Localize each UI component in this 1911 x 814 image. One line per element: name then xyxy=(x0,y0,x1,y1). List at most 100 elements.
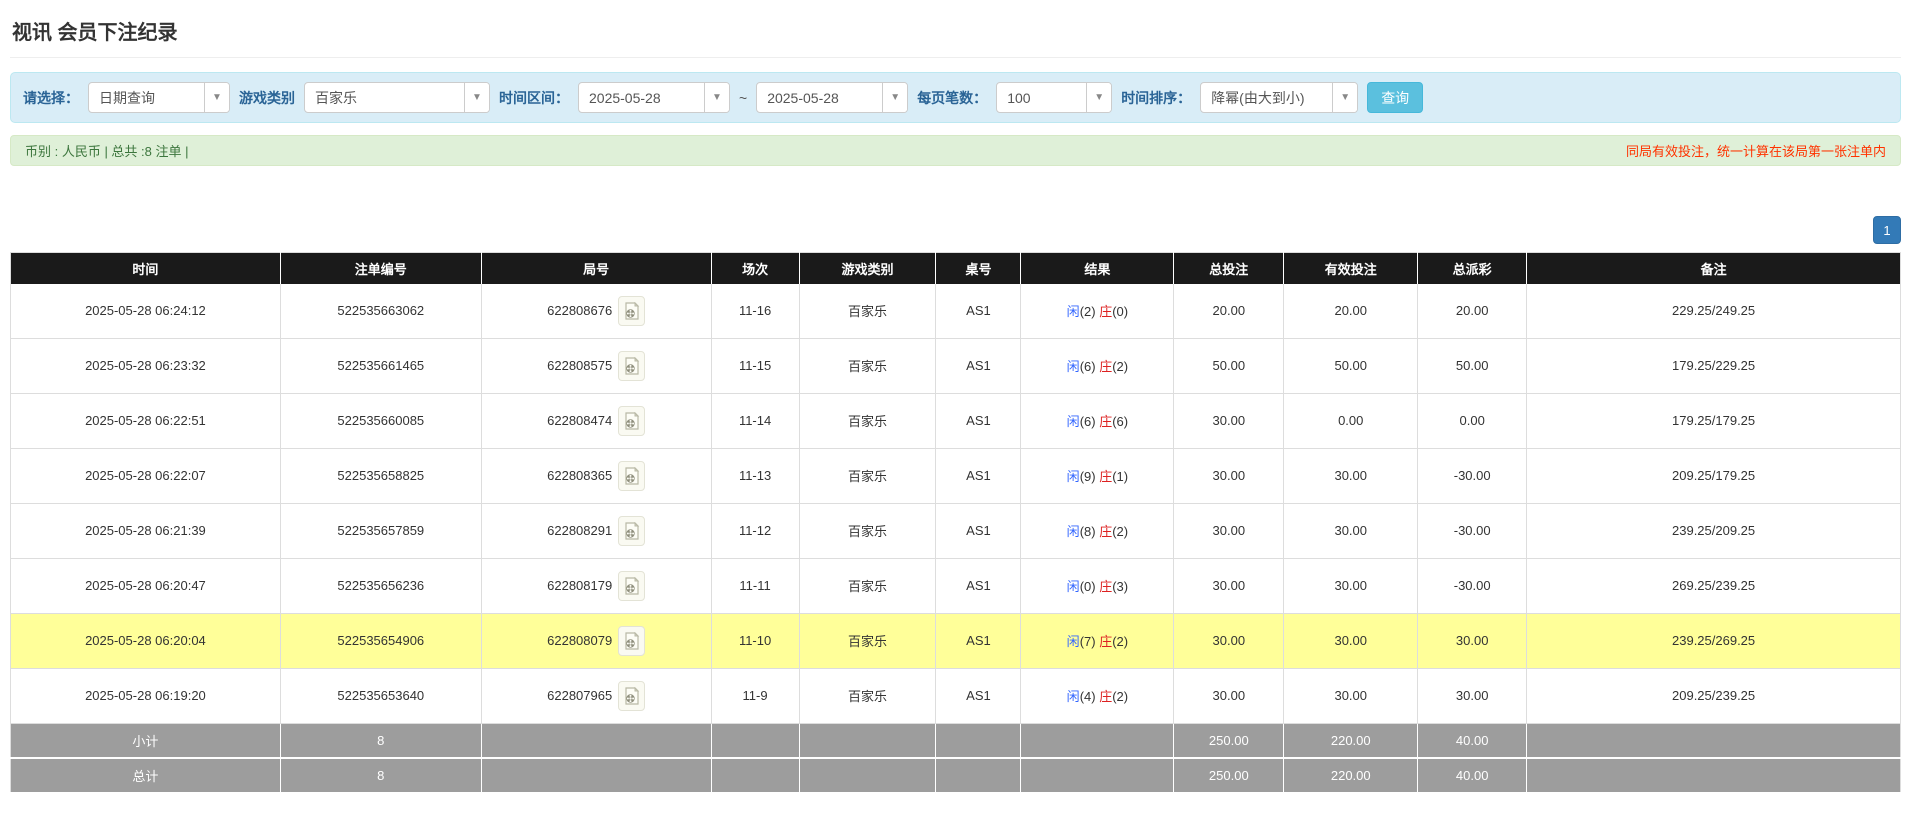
result-banker-label: 庄 xyxy=(1099,689,1112,704)
cell-session: 11-9 xyxy=(711,668,799,723)
cell-bet-id: 522535656236 xyxy=(280,558,481,613)
cell-session: 11-16 xyxy=(711,284,799,339)
result-banker-value: (3) xyxy=(1112,579,1128,594)
cell-payout: -30.00 xyxy=(1418,503,1527,558)
cell-time: 2025-05-28 06:20:47 xyxy=(11,558,281,613)
total-bet-link[interactable]: 30.00 xyxy=(1174,558,1284,613)
total-bet-link[interactable]: 30.00 xyxy=(1174,448,1284,503)
video-replay-icon[interactable] xyxy=(618,406,645,436)
total-bet-link[interactable]: 20.00 xyxy=(1174,284,1284,339)
result-banker-value: (2) xyxy=(1112,524,1128,539)
time-range-label: 时间区间： xyxy=(499,88,569,108)
result-player-value: (0) xyxy=(1080,579,1096,594)
per-page-label: 每页笔数： xyxy=(917,88,987,108)
table-row: 2025-05-28 06:19:20 522535653640 6228079… xyxy=(11,668,1901,723)
mode-select[interactable]: 日期查询 ▼ xyxy=(88,82,230,113)
cell-time: 2025-05-28 06:22:51 xyxy=(11,393,281,448)
video-replay-icon[interactable] xyxy=(618,296,645,326)
video-replay-icon[interactable] xyxy=(618,681,645,711)
cell-table-no: AS1 xyxy=(936,284,1021,339)
cell-valid-bet: 30.00 xyxy=(1284,503,1418,558)
page-1-button[interactable]: 1 xyxy=(1873,216,1901,244)
total-bet-link[interactable]: 30.00 xyxy=(1174,668,1284,723)
column-header: 注单编号 xyxy=(280,253,481,284)
cell-payout: 30.00 xyxy=(1418,668,1527,723)
cell-valid-bet: 50.00 xyxy=(1284,338,1418,393)
result-banker-value: (6) xyxy=(1112,414,1128,429)
result-banker-value: (2) xyxy=(1112,689,1128,704)
cell-valid-bet: 30.00 xyxy=(1284,558,1418,613)
result-player-value: (6) xyxy=(1080,359,1096,374)
result-player-value: (7) xyxy=(1080,634,1096,649)
currency-summary-text: 币别 : 人民币 | 总共 :8 注单 | xyxy=(25,141,189,160)
date-from-value: 2025-05-28 xyxy=(579,83,704,112)
cell-bet-id: 522535657859 xyxy=(280,503,481,558)
cell-session: 11-15 xyxy=(711,338,799,393)
cell-round: 622808179 xyxy=(481,558,711,613)
cell-payout: 50.00 xyxy=(1418,338,1527,393)
summary-count: 8 xyxy=(280,758,481,793)
cell-game-type: 百家乐 xyxy=(799,503,936,558)
column-header: 有效投注 xyxy=(1284,253,1418,284)
cell-result: 闲(4) 庄(2) xyxy=(1021,668,1174,723)
total-bet-link[interactable]: 30.00 xyxy=(1174,503,1284,558)
game-type-select[interactable]: 百家乐 ▼ xyxy=(304,82,490,113)
cell-valid-bet: 30.00 xyxy=(1284,613,1418,668)
result-player-value: (2) xyxy=(1080,304,1096,319)
summary-total-bet: 250.00 xyxy=(1174,758,1284,793)
result-player-label: 闲 xyxy=(1067,414,1080,429)
column-header: 结果 xyxy=(1021,253,1174,284)
table-row: 2025-05-28 06:23:32 522535661465 6228085… xyxy=(11,338,1901,393)
result-banker-label: 庄 xyxy=(1099,469,1112,484)
cell-table-no: AS1 xyxy=(936,668,1021,723)
game-type-label: 游戏类别 xyxy=(239,88,295,108)
result-banker-value: (2) xyxy=(1112,634,1128,649)
sort-select[interactable]: 降幂(由大到小) ▼ xyxy=(1200,82,1358,113)
cell-game-type: 百家乐 xyxy=(799,558,936,613)
video-replay-icon[interactable] xyxy=(618,461,645,491)
cell-round: 622808676 xyxy=(481,284,711,339)
round-number: 622808676 xyxy=(547,303,612,318)
result-banker-value: (1) xyxy=(1112,469,1128,484)
per-page-select[interactable]: 100 ▼ xyxy=(996,82,1112,113)
search-button[interactable]: 查询 xyxy=(1367,82,1423,113)
cell-bet-id: 522535660085 xyxy=(280,393,481,448)
summary-payout: 40.00 xyxy=(1418,723,1527,758)
valid-bet-notice-text: 同局有效投注，统一计算在该局第一张注单内 xyxy=(1626,141,1886,160)
cell-time: 2025-05-28 06:22:07 xyxy=(11,448,281,503)
cell-table-no: AS1 xyxy=(936,558,1021,613)
date-to-select[interactable]: 2025-05-28 ▼ xyxy=(756,82,908,113)
result-player-label: 闲 xyxy=(1067,304,1080,319)
cell-game-type: 百家乐 xyxy=(799,338,936,393)
summary-count: 8 xyxy=(280,723,481,758)
total-bet-link[interactable]: 30.00 xyxy=(1174,613,1284,668)
result-banker-label: 庄 xyxy=(1099,359,1112,374)
total-bet-link[interactable]: 50.00 xyxy=(1174,338,1284,393)
column-header: 备注 xyxy=(1527,253,1901,284)
table-header-row: 时间注单编号局号场次游戏类别桌号结果总投注有效投注总派彩备注 xyxy=(11,253,1901,284)
cell-bet-id: 522535653640 xyxy=(280,668,481,723)
result-player-label: 闲 xyxy=(1067,579,1080,594)
chevron-down-icon: ▼ xyxy=(1332,83,1357,112)
round-number: 622808079 xyxy=(547,633,612,648)
cell-session: 11-13 xyxy=(711,448,799,503)
cell-valid-bet: 20.00 xyxy=(1284,284,1418,339)
column-header: 桌号 xyxy=(936,253,1021,284)
summary-bar: 币别 : 人民币 | 总共 :8 注单 | 同局有效投注，统一计算在该局第一张注… xyxy=(10,135,1901,166)
summary-valid-bet: 220.00 xyxy=(1284,723,1418,758)
column-header: 局号 xyxy=(481,253,711,284)
video-replay-icon[interactable] xyxy=(618,571,645,601)
cell-result: 闲(0) 庄(3) xyxy=(1021,558,1174,613)
video-replay-icon[interactable] xyxy=(618,351,645,381)
video-replay-icon[interactable] xyxy=(618,516,645,546)
cell-payout: 30.00 xyxy=(1418,613,1527,668)
date-from-select[interactable]: 2025-05-28 ▼ xyxy=(578,82,730,113)
chevron-down-icon: ▼ xyxy=(464,83,489,112)
cell-time: 2025-05-28 06:20:04 xyxy=(11,613,281,668)
total-bet-link[interactable]: 30.00 xyxy=(1174,393,1284,448)
chevron-down-icon: ▼ xyxy=(204,83,229,112)
cell-round: 622808575 xyxy=(481,338,711,393)
cell-payout: -30.00 xyxy=(1418,448,1527,503)
video-replay-icon[interactable] xyxy=(618,626,645,656)
cell-round: 622807965 xyxy=(481,668,711,723)
